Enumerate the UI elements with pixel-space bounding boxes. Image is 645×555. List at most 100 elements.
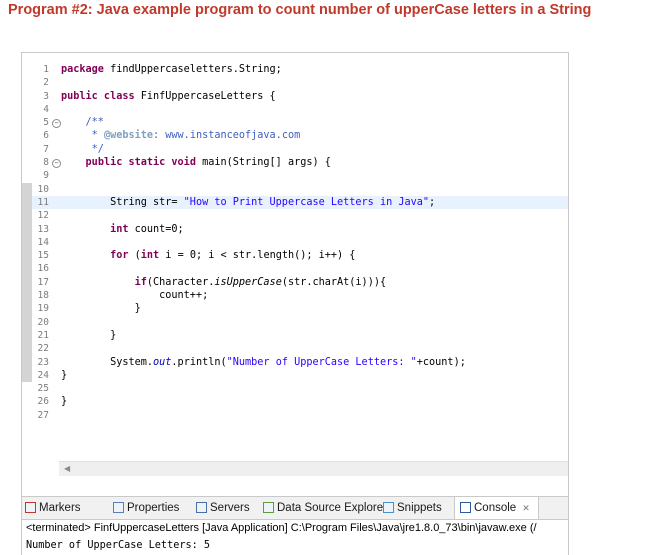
code-line[interactable]: 1 package findUppercaseletters.String; xyxy=(22,63,568,76)
code-text: for (int i = 0; i < str.length(); i++) { xyxy=(61,249,355,262)
code-token: count=0; xyxy=(128,223,184,235)
code-text: System.out.println("Number of UpperCase … xyxy=(61,356,466,369)
line-number: 1 xyxy=(43,64,49,75)
code-token: "How to Print Uppercase Letters in Java" xyxy=(183,196,430,208)
tab-console[interactable]: Console ✕ xyxy=(454,497,539,519)
code-text: } xyxy=(61,329,116,342)
code-line[interactable]: 16 xyxy=(22,262,568,276)
tab-data-source-explorer[interactable]: Data Source Explorer xyxy=(263,497,387,519)
scroll-left-icon[interactable]: ◀ xyxy=(64,464,70,473)
code-token: */ xyxy=(61,143,104,155)
fold-toggle-icon[interactable]: − xyxy=(52,119,61,129)
code-text: int count=0; xyxy=(61,223,184,236)
code-line[interactable]: 26} xyxy=(22,395,568,408)
page-title: Program #2: Java example program to coun… xyxy=(8,2,592,18)
code-line[interactable]: 6 * @website: www.instanceofjava.com xyxy=(22,129,568,142)
code-token: isUpperCase xyxy=(214,276,282,288)
code-line[interactable]: 18 count++; xyxy=(22,289,568,303)
line-number: 11 xyxy=(37,196,49,208)
code-line[interactable]: 14 xyxy=(22,235,568,250)
line-number: 18 xyxy=(37,290,49,302)
code-text: */ xyxy=(61,143,104,156)
code-token: (str.charAt(i))){ xyxy=(281,276,387,288)
tab-properties[interactable]: Properties xyxy=(113,497,179,519)
code-line[interactable]: 25 xyxy=(22,382,568,395)
code-line[interactable]: 2 xyxy=(22,76,568,89)
line-number: 23 xyxy=(37,356,49,368)
code-token: System. xyxy=(61,356,154,368)
code-line[interactable]: 23 System.out.println("Number of UpperCa… xyxy=(22,355,568,369)
views-tab-bar: Markers Properties Servers Data Source Expl… xyxy=(22,496,568,520)
tab-servers[interactable]: Servers xyxy=(196,497,250,519)
servers-icon xyxy=(196,502,207,513)
eclipse-window: 1 package findUppercaseletters.String; 2 3 p… xyxy=(21,52,569,555)
code-token: } xyxy=(61,329,117,341)
tab-markers[interactable]: Markers xyxy=(25,497,81,519)
code-token: ( xyxy=(128,250,141,262)
code-text: * @website: www.instanceofjava.com xyxy=(61,129,301,142)
line-number: 17 xyxy=(37,276,49,288)
properties-icon xyxy=(113,502,124,513)
horizontal-scrollbar[interactable]: ◀ xyxy=(59,461,568,476)
tab-label: Data Source Explorer xyxy=(277,502,387,514)
code-line[interactable]: 13 int count=0; xyxy=(22,222,568,236)
code-line[interactable]: 15 for (int i = 0; i < str.length(); i++… xyxy=(22,249,568,263)
line-number: 10 xyxy=(37,183,49,195)
code-line[interactable]: 22 xyxy=(22,342,568,356)
close-icon[interactable]: ✕ xyxy=(522,503,530,513)
code-token: main(String[] args) { xyxy=(195,157,331,169)
code-line[interactable]: 27 xyxy=(22,409,568,422)
code-line[interactable]: 20 xyxy=(22,315,568,329)
line-number: 13 xyxy=(37,223,49,235)
line-number: 16 xyxy=(37,263,49,275)
line-number: 21 xyxy=(37,329,49,341)
code-text: public static void main(String[] args) { xyxy=(61,156,331,169)
tab-label: Markers xyxy=(39,502,81,514)
code-token: int xyxy=(140,250,160,262)
code-token: FinfUppercaseLetters { xyxy=(134,90,276,102)
code-editor[interactable]: 1 package findUppercaseletters.String; 2 3 p… xyxy=(22,53,568,478)
code-token: String str= xyxy=(61,196,184,208)
code-token: @website xyxy=(103,130,154,142)
line-number: 12 xyxy=(37,210,49,222)
code-text: } xyxy=(61,395,67,408)
code-text: String str= "How to Print Uppercase Lett… xyxy=(61,196,435,209)
tab-label: Servers xyxy=(210,502,250,514)
code-token: if xyxy=(134,276,147,288)
line-number: 7 xyxy=(43,143,49,155)
code-line[interactable]: 4 xyxy=(22,103,568,116)
tab-snippets[interactable]: Snippets xyxy=(383,497,442,519)
line-number: 6 xyxy=(43,130,49,142)
code-line[interactable]: 17 if(Character.isUpperCase(str.charAt(i… xyxy=(22,275,568,290)
code-line[interactable]: 24} xyxy=(22,368,568,383)
code-line[interactable]: 8− public static void main(String[] args… xyxy=(22,156,568,169)
code-line[interactable]: 3 public class FinfUppercaseLetters { xyxy=(22,90,568,103)
code-line[interactable]: 9 xyxy=(22,169,568,182)
line-number: 2 xyxy=(43,77,49,89)
code-line[interactable]: 21 } xyxy=(22,328,568,343)
code-line[interactable]: 10 xyxy=(22,182,568,196)
code-line[interactable]: 19 } xyxy=(22,302,568,316)
code-token: out xyxy=(153,356,172,368)
tab-label: Snippets xyxy=(397,502,442,514)
fold-toggle-icon[interactable]: − xyxy=(52,159,61,169)
code-line[interactable]: 12 xyxy=(22,209,568,223)
code-token: int xyxy=(110,223,129,235)
code-token: for xyxy=(110,250,129,262)
line-number: 15 xyxy=(37,250,49,262)
code-text: /** xyxy=(61,116,104,129)
code-token: (Character. xyxy=(146,276,215,288)
code-token: +count); xyxy=(416,356,466,368)
code-token: } xyxy=(61,396,68,408)
line-number: 5 xyxy=(43,117,49,129)
line-number: 19 xyxy=(37,303,49,315)
code-token: count++; xyxy=(61,290,209,302)
code-line[interactable]: 7 */ xyxy=(22,143,568,156)
code-line[interactable]: 11 String str= "How to Print Uppercase L… xyxy=(22,195,568,210)
code-line[interactable]: 5− /** xyxy=(22,116,568,129)
code-token: : www.instanceofjava.com xyxy=(153,130,301,142)
